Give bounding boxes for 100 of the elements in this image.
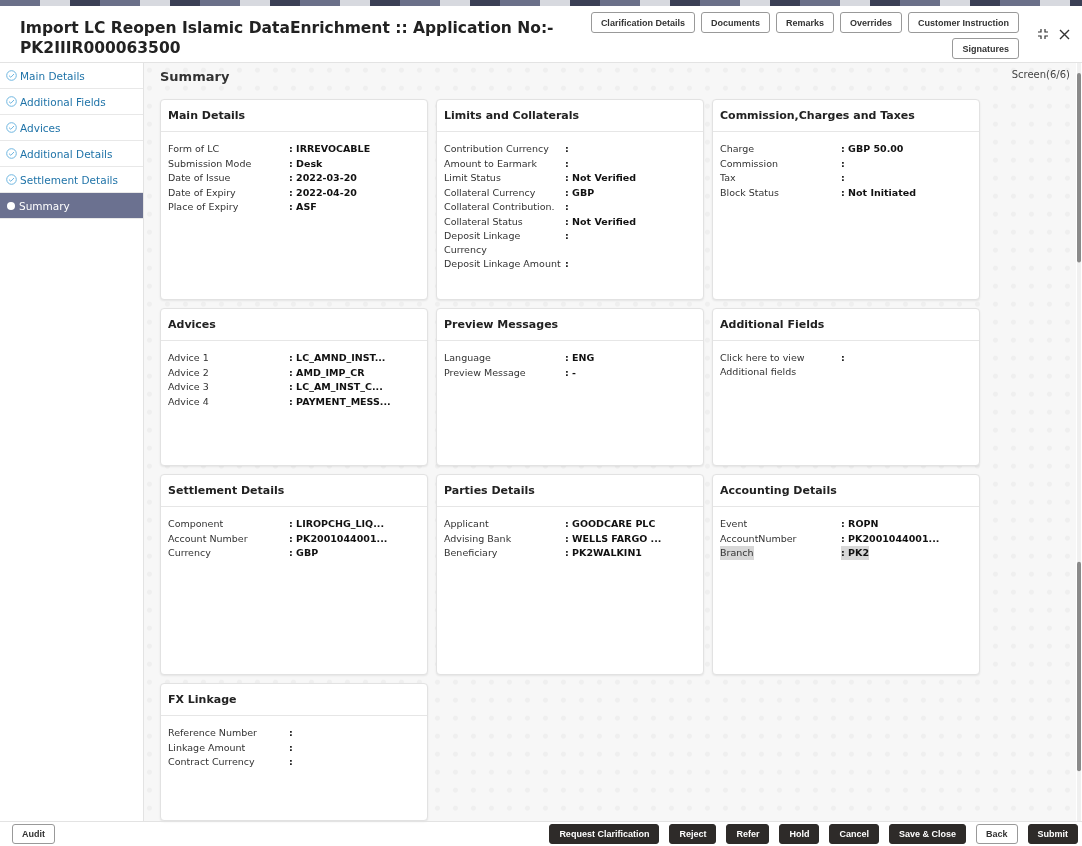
close-icon[interactable] [1059, 28, 1070, 40]
action-button[interactable]: Cancel [829, 824, 879, 844]
field-label: Form of LC [168, 142, 220, 156]
action-button[interactable]: Submit [1027, 824, 1078, 844]
header-button[interactable]: Clarification Details [590, 12, 695, 33]
field-value: : ENG [565, 351, 595, 365]
action-button[interactable]: Save & Close [888, 824, 966, 844]
field-label: Date of Issue [168, 171, 231, 185]
field-value: : Not Initiated [841, 185, 916, 199]
field-label: Advice 4 [168, 394, 209, 408]
field-label: Collateral Currency [444, 185, 536, 199]
field-value: : AMD_IMP_CR [289, 365, 365, 379]
field-label: Block Status [720, 185, 779, 199]
field-label: Limit Status [444, 171, 501, 185]
field-value: : PK2WALKIN1 [565, 546, 642, 560]
field-label: Contribution Currency [444, 142, 549, 156]
field-label: Place of Expiry [168, 200, 239, 214]
field-label: Component [168, 517, 224, 531]
field-value: : Not Verified [565, 171, 636, 185]
card-title: Parties Details [437, 475, 703, 507]
check-circle-icon [6, 148, 17, 159]
card-title: Commission,Charges and Taxes [713, 100, 979, 132]
field-label: Amount to Earmark [444, 156, 537, 170]
field-value: : [289, 740, 293, 754]
field-label: Deposit Linkage Amount [444, 257, 561, 271]
field-value: : GBP [565, 185, 595, 199]
field-label: Advice 3 [168, 380, 209, 394]
field-label: Deposit Linkage Currency [444, 229, 522, 256]
header-button[interactable]: Customer Instruction [908, 12, 1019, 33]
action-button[interactable]: Hold [779, 824, 820, 844]
field-label: Applicant [444, 517, 489, 531]
action-button[interactable]: Audit [12, 824, 55, 844]
field-label: Contract Currency [168, 755, 255, 769]
action-button[interactable]: Back [976, 824, 1018, 844]
field-label: Date of Expiry [168, 185, 236, 199]
field-value: : GBP 50.00 [841, 142, 904, 156]
field-value: : Not Verified [565, 214, 636, 228]
field-value: : PK2001044001... [841, 531, 940, 545]
field-value: : [841, 171, 845, 185]
field-value: : GOODCARE PLC [565, 517, 656, 531]
collapse-icon[interactable] [1037, 28, 1049, 40]
field-value: : ASF [289, 200, 317, 214]
header-button[interactable]: Remarks [775, 12, 834, 33]
field-label: Currency [168, 546, 211, 560]
field-label: Tax [720, 171, 736, 185]
field-label: Commission [720, 156, 778, 170]
field-value: : 2022-04-20 [289, 185, 357, 199]
field-value: : - [565, 365, 577, 379]
field-label: Linkage Amount [168, 740, 246, 754]
card-title: Main Details [161, 100, 427, 132]
field-value: : [841, 156, 845, 170]
card-title: Advices [161, 309, 427, 341]
field-value: : PK2001044001... [289, 531, 388, 545]
header-button[interactable]: Signatures [952, 38, 1019, 59]
action-button[interactable]: Reject [669, 824, 717, 844]
field-label: Preview Message [444, 365, 526, 379]
check-circle-icon [6, 122, 17, 133]
field-label: Advice 1 [168, 351, 209, 365]
action-button[interactable]: Refer [726, 824, 770, 844]
field-value: : [565, 142, 569, 156]
check-circle-icon [6, 174, 17, 185]
field-value: : PK2 [841, 546, 870, 560]
action-button[interactable]: Request Clarification [549, 824, 660, 844]
card-title: FX Linkage [161, 684, 427, 716]
screen-indicator: Screen(6/6) [1011, 69, 1070, 82]
header-button[interactable]: Overrides [839, 12, 902, 33]
field-value: : 2022-03-20 [289, 171, 357, 185]
field-value: : [565, 156, 569, 170]
field-label: Charge [720, 142, 755, 156]
field-value: : GBP [289, 546, 319, 560]
field-value: : LIROPCHG_LIQ... [289, 517, 384, 531]
field-value: : LC_AMND_INST... [289, 351, 386, 365]
check-circle-icon [6, 96, 17, 107]
field-label: Collateral Contribution. [444, 200, 555, 214]
field-value: : [565, 229, 569, 243]
card-title: Additional Fields [713, 309, 979, 341]
check-circle-icon [6, 70, 17, 81]
field-label: AccountNumber [720, 531, 797, 545]
field-value: : [565, 257, 569, 271]
card-title: Accounting Details [713, 475, 979, 507]
field-label: Language [444, 351, 491, 365]
dot-icon [6, 200, 16, 211]
field-label: Account Number [168, 531, 248, 545]
card-title: Preview Messages [437, 309, 703, 341]
sidebar-item[interactable]: Summary [0, 193, 143, 219]
field-label: Advice 2 [168, 365, 209, 379]
field-label: Collateral Status [444, 214, 523, 228]
field-value: : WELLS FARGO ... [565, 531, 662, 545]
field-value: : PAYMENT_MESS... [289, 394, 391, 408]
field-label: Click here to view Additional fields [720, 351, 806, 378]
field-value: : [565, 200, 569, 214]
window-title: Import LC Reopen Islamic DataEnrichment :: Application No:- PK2IIIR000063500 [20, 18, 555, 59]
scrollbar-drawing[interactable] [1076, 63, 1082, 821]
field-value: : IRREVOCABLE [289, 142, 371, 156]
header-button[interactable]: Documents [700, 12, 770, 33]
field-label: Submission Mode [168, 156, 252, 170]
field-value: : [289, 755, 293, 769]
field-label: Beneficiary [444, 546, 498, 560]
section-title: Summary [160, 69, 230, 86]
card-title: Settlement Details [161, 475, 427, 507]
